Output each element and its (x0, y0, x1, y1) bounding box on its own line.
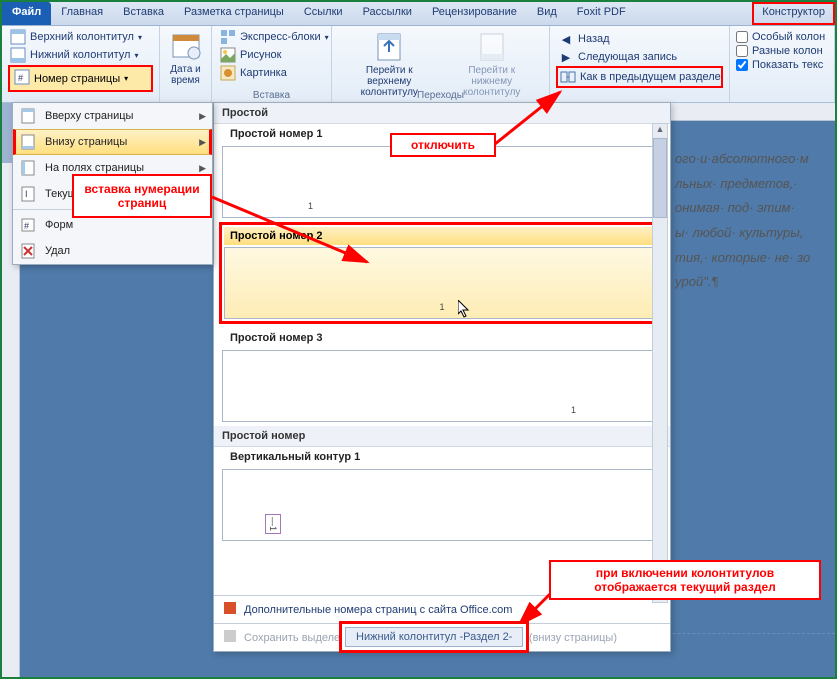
blocks-icon (220, 29, 236, 45)
menu-remove-label: Удал (45, 245, 70, 257)
gallery-item2-label: Простой номер 2 (224, 227, 660, 245)
chevron-down-icon: ▾ (325, 33, 329, 42)
ribbon: Верхний колонтитул ▾ Нижний колонтитул ▾… (2, 26, 835, 103)
clipart-icon (220, 65, 236, 81)
footer-label: Нижний колонтитул (30, 49, 130, 61)
gallery-more-label: Дополнительные номера страниц с сайта Of… (244, 604, 512, 616)
special-header-checkbox[interactable]: Особый колон (736, 30, 828, 44)
gallery-item-3[interactable]: Простой номер 3 1 (222, 328, 662, 422)
pagenum-label: Номер страницы (34, 73, 120, 85)
svg-text:#: # (24, 221, 29, 231)
submenu-arrow-icon: ▶ (199, 111, 206, 122)
gallery-header-simplenum: Простой номер (214, 426, 670, 447)
remove-icon (19, 242, 37, 260)
special-header-label: Особый колон (752, 31, 825, 43)
next-icon: ▶ (558, 49, 574, 65)
same-as-prev-label: Как в предыдущем разделе (580, 71, 721, 83)
submenu-arrow-icon: ▶ (199, 137, 206, 148)
tab-layout[interactable]: Разметка страницы (174, 2, 294, 25)
gallery-item-2[interactable]: Простой номер 2 1 (219, 222, 665, 324)
tab-foxit[interactable]: Foxit PDF (567, 2, 636, 25)
page-top-icon (19, 107, 37, 125)
callout-disable: отключить (390, 133, 496, 157)
gallery-item3-label: Простой номер 3 (222, 328, 662, 348)
picture-button[interactable]: Рисунок (218, 46, 325, 64)
express-blocks-button[interactable]: Экспресс-блоки ▾ (218, 28, 325, 46)
office-icon (222, 600, 238, 619)
gallery-scrollbar[interactable]: ▲ ▼ (652, 123, 668, 603)
page-bottom-icon (19, 133, 37, 151)
goto-header-icon (373, 31, 405, 63)
next-label: Следующая запись (578, 51, 677, 63)
picture-icon (220, 47, 236, 63)
clipart-label: Картинка (240, 67, 287, 79)
chevron-down-icon: ▾ (134, 51, 138, 60)
footer-tab-label: Нижний колонтитул -Раздел 2- (345, 627, 523, 647)
tab-konstruktor[interactable]: Конструктор (752, 2, 835, 25)
page-number-button[interactable]: # Номер страницы ▾ (8, 65, 153, 92)
svg-text:I: I (25, 189, 28, 199)
gallery-item4-label: Вертикальный контур 1 (222, 447, 662, 467)
datetime-label: Дата и время (170, 64, 202, 86)
header-label: Верхний колонтитул (30, 31, 134, 43)
same-as-prev-button[interactable]: Как в предыдущем разделе (556, 66, 723, 88)
link-icon (560, 69, 576, 85)
nav-back-button[interactable]: ◀ Назад (556, 30, 723, 48)
save-icon (222, 628, 238, 647)
show-text-checkbox[interactable]: Показать текс (736, 58, 828, 72)
gallery-item-4[interactable]: Вертикальный контур 1 —1 (222, 447, 662, 541)
goto-footer-icon (476, 31, 508, 63)
diff-headers-label: Разные колон (752, 45, 823, 57)
callout-footer-section: при включении колонтитулов отображается … (549, 560, 821, 600)
ribbon-tabs: Файл Главная Вставка Разметка страницы С… (2, 2, 835, 26)
document-text: ого·и·абсолютного·м льных· предметов,· о… (675, 147, 835, 295)
tab-insert[interactable]: Вставка (113, 2, 174, 25)
tab-mail[interactable]: Рассылки (353, 2, 422, 25)
submenu-arrow-icon: ▶ (199, 163, 206, 174)
page-margins-icon (19, 159, 37, 177)
callout-insert-numbering: вставка нумерации страниц (72, 174, 212, 218)
menu-margins-label: На полях страницы (45, 162, 144, 174)
tab-view[interactable]: Вид (527, 2, 567, 25)
clipart-button[interactable]: Картинка (218, 64, 325, 82)
tab-file[interactable]: Файл (2, 2, 51, 25)
tab-review[interactable]: Рецензирование (422, 2, 527, 25)
chevron-down-icon: ▾ (138, 33, 142, 42)
menu-bottom-of-page[interactable]: Внизу страницы ▶ (13, 129, 212, 155)
current-pos-icon: I (19, 185, 37, 203)
mouse-cursor-icon (458, 300, 472, 320)
menu-top-label: Вверху страницы (45, 110, 133, 122)
tab-refs[interactable]: Ссылки (294, 2, 353, 25)
back-icon: ◀ (558, 31, 574, 47)
format-icon: # (19, 216, 37, 234)
menu-remove[interactable]: Удал (13, 238, 212, 264)
menu-bottom-label: Внизу страницы (45, 136, 127, 148)
back-label: Назад (578, 33, 610, 45)
insert-group-title: Вставка (212, 90, 331, 101)
header-icon (10, 29, 26, 45)
menu-top-of-page[interactable]: Вверху страницы ▶ (13, 103, 212, 129)
menu-format-label: Форм (45, 219, 73, 231)
datetime-button[interactable]: Дата и время (160, 28, 212, 88)
pagenum-icon: # (14, 69, 30, 88)
tab-home[interactable]: Главная (51, 2, 113, 25)
diff-headers-checkbox[interactable]: Разные колон (736, 44, 828, 58)
footer-section-indicator: Нижний колонтитул -Раздел 2- (339, 621, 529, 653)
calendar-icon (170, 30, 202, 62)
express-label: Экспресс-блоки (240, 31, 321, 43)
svg-text:#: # (18, 73, 23, 83)
next-record-button[interactable]: ▶ Следующая запись (556, 48, 723, 66)
transitions-group-title: Переходы (332, 90, 549, 101)
footer-icon (10, 47, 26, 63)
gallery-header-simple: Простой (214, 103, 670, 124)
show-text-label: Показать текс (752, 59, 823, 71)
picture-label: Рисунок (240, 49, 282, 61)
header-button[interactable]: Верхний колонтитул ▾ (8, 28, 153, 46)
chevron-down-icon: ▾ (124, 74, 128, 83)
footer-button[interactable]: Нижний колонтитул ▾ (8, 46, 153, 64)
